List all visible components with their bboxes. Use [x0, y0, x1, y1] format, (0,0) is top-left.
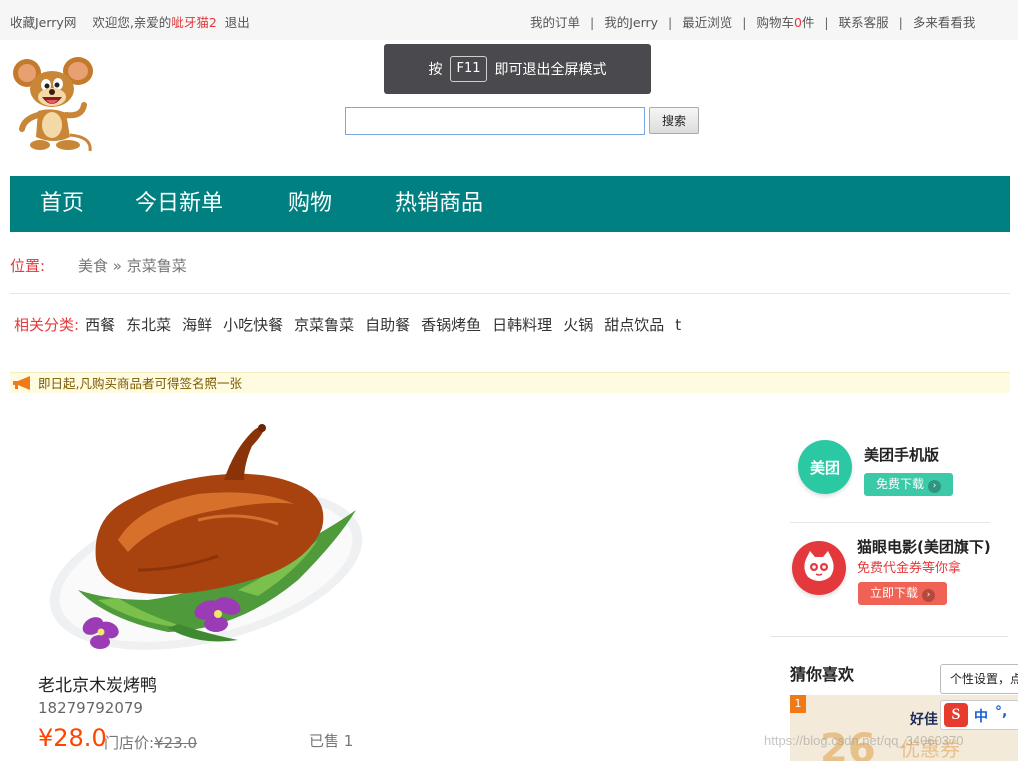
- toast-message: 即可退出全屏模式: [494, 62, 607, 78]
- cart-unit: 件: [801, 15, 815, 30]
- maoyan-subtitle: 免费代金券等你拿: [857, 561, 962, 576]
- sogou-logo-icon: S: [944, 703, 968, 727]
- meituan-download-button[interactable]: 免费下载 ›: [864, 473, 953, 496]
- search-button[interactable]: 搜索: [649, 107, 699, 134]
- megaphone-icon: [13, 376, 30, 390]
- chevron-right-icon: ›: [922, 589, 936, 602]
- cart-label: 购物车: [756, 15, 794, 30]
- category-link[interactable]: 西餐: [85, 316, 115, 334]
- store-price-value: ¥23.0: [154, 734, 198, 752]
- site-logo[interactable]: [10, 55, 96, 155]
- ime-mode-toggle[interactable]: 中: [974, 706, 988, 726]
- sold-count: 已售 1: [309, 732, 354, 750]
- breadcrumb: 位置: 美食 » 京菜鲁菜: [10, 255, 187, 276]
- categories-label: 相关分类:: [14, 316, 80, 334]
- favorite-link[interactable]: 收藏Jerry网: [10, 15, 76, 30]
- logout-link[interactable]: 退出: [225, 15, 250, 30]
- product-image[interactable]: [38, 420, 368, 660]
- top-bar: 收藏Jerry网 欢迎您,亲爱的呲牙猫2 退出 我的订单 | 我的Jerry |…: [0, 0, 1018, 40]
- cat-face-icon: [804, 551, 834, 581]
- store-price-label: 门店价:: [104, 734, 155, 752]
- maoyan-title: 猫眼电影(美团旗下): [857, 538, 991, 556]
- breadcrumb-label: 位置:: [10, 257, 46, 275]
- divider: [10, 293, 1010, 294]
- category-link[interactable]: 香锅烤鱼: [421, 316, 481, 334]
- category-link[interactable]: 海鲜: [182, 316, 212, 334]
- separator: |: [668, 15, 673, 30]
- store-price: 门店价:¥23.0: [104, 732, 197, 753]
- maoyan-cat-icon: [792, 541, 846, 595]
- ime-toolbar[interactable]: S 中 °,: [940, 700, 1018, 730]
- contact-service-link[interactable]: 联系客服: [839, 15, 889, 30]
- ime-tooltip: 个性设置，点: [940, 664, 1018, 694]
- roast-duck-image: [49, 424, 363, 650]
- notice-bar: 即日起,凡购买商品者可得签名照一张: [10, 372, 1010, 393]
- nav-shopping[interactable]: 购物: [288, 190, 332, 218]
- category-link[interactable]: 日韩料理: [492, 316, 552, 334]
- maoyan-download-button[interactable]: 立即下载 ›: [858, 582, 947, 605]
- cart-link[interactable]: 购物车0件: [756, 15, 814, 30]
- meituan-icon-text: 美团: [809, 459, 840, 477]
- product-phone: 18279792079: [38, 699, 143, 717]
- maoyan-download-label: 立即下载: [870, 586, 919, 600]
- product-name[interactable]: 老北京木炭烤鸭: [38, 671, 157, 696]
- my-orders-link[interactable]: 我的订单: [530, 15, 580, 30]
- guess-you-like-title: 猜你喜欢: [790, 665, 855, 684]
- meituan-download-label: 免费下载: [876, 477, 925, 491]
- notice-text: 即日起,凡购买商品者可得签名照一张: [38, 376, 242, 391]
- toast-press-text: 按: [428, 62, 443, 78]
- separator: |: [898, 15, 903, 30]
- category-link[interactable]: 小吃快餐: [223, 316, 283, 334]
- category-link[interactable]: t: [675, 316, 681, 334]
- top-bar-left: 收藏Jerry网 欢迎您,亲爱的呲牙猫2 退出: [10, 12, 250, 31]
- top-bar-right: 我的订单 | 我的Jerry | 最近浏览 | 购物车0件 | 联系客服 | 多…: [530, 12, 981, 31]
- sidebar-divider: [770, 636, 1008, 637]
- product-price: ¥28.0: [38, 724, 107, 752]
- nav-home[interactable]: 首页: [40, 190, 84, 218]
- category-link[interactable]: 东北菜: [126, 316, 171, 334]
- breadcrumb-path[interactable]: 美食 » 京菜鲁菜: [78, 255, 187, 276]
- more-link[interactable]: 多来看看我: [913, 15, 976, 30]
- nav-hot-products[interactable]: 热销商品: [395, 190, 483, 218]
- meituan-icon: 美团: [798, 440, 852, 494]
- f11-key: F11: [450, 56, 487, 82]
- search-input[interactable]: [345, 107, 645, 135]
- recent-browse-link[interactable]: 最近浏览: [682, 15, 732, 30]
- rank-badge: 1: [790, 695, 806, 713]
- meituan-app-promo: 美团 美团手机版 免费下载 ›: [790, 436, 1000, 506]
- username-link[interactable]: 呲牙猫2: [171, 15, 216, 30]
- category-link[interactable]: 火锅: [563, 316, 593, 334]
- separator: |: [590, 15, 595, 30]
- category-link[interactable]: 京菜鲁菜: [294, 316, 354, 334]
- fullscreen-toast: 按 F11 即可退出全屏模式: [384, 44, 651, 94]
- ime-punctuation-toggle[interactable]: °,: [995, 704, 1007, 720]
- category-link[interactable]: 甜点饮品: [604, 316, 664, 334]
- welcome-text: 欢迎您,亲爱的: [92, 15, 172, 30]
- ad-brand: 好佳: [910, 712, 938, 728]
- category-link[interactable]: 自助餐: [365, 316, 410, 334]
- cart-count: 0: [793, 15, 802, 30]
- chevron-right-icon: ›: [928, 480, 942, 493]
- jerry-mouse-icon: [13, 57, 93, 152]
- related-categories: 相关分类: 西餐 东北菜 海鲜 小吃快餐 京菜鲁菜 自助餐 香锅烤鱼 日韩料理 火锅 甜点饮品 t: [14, 314, 692, 335]
- watermark: https://blog.csdn.net/qq_34060370: [764, 733, 964, 748]
- separator: |: [824, 15, 829, 30]
- sidebar-divider: [790, 522, 990, 523]
- meituan-title: 美团手机版: [864, 446, 940, 464]
- my-jerry-link[interactable]: 我的Jerry: [604, 15, 658, 30]
- separator: |: [742, 15, 747, 30]
- main-nav: 首页 今日新单 购物 热销商品: [10, 176, 1010, 232]
- maoyan-app-promo: 猫眼电影(美团旗下) 免费代金券等你拿 立即下载 ›: [790, 536, 1000, 608]
- nav-today-deals[interactable]: 今日新单: [135, 190, 223, 218]
